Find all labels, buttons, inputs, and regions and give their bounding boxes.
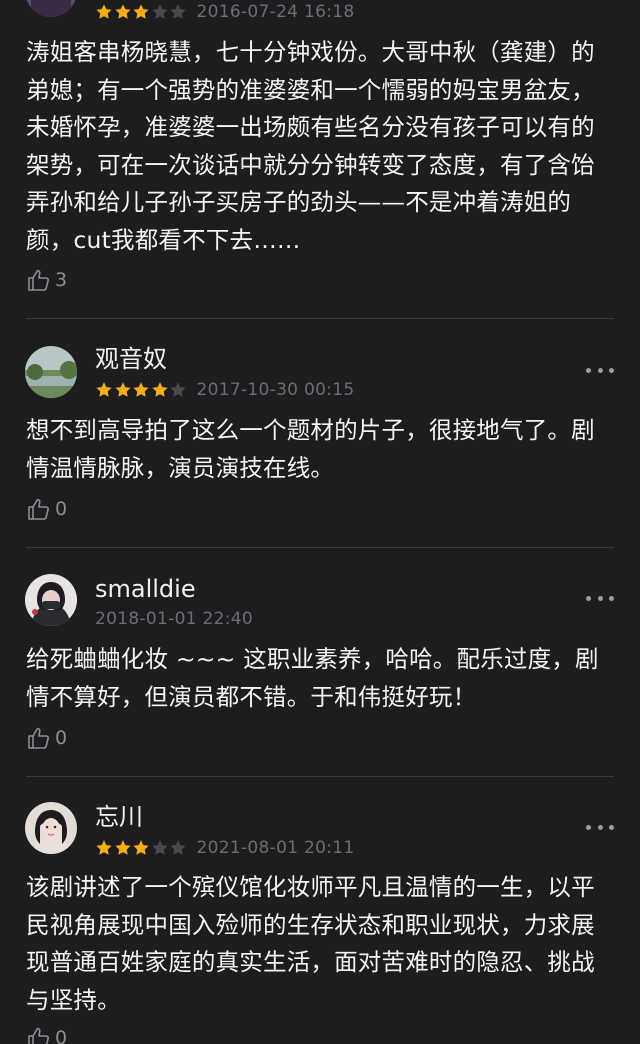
star-rating [95,839,188,857]
more-options-button[interactable] [586,821,614,833]
like-count: 0 [55,1027,68,1044]
review-meta: 2021-08-01 20:11 [95,837,355,859]
more-dots-icon [586,824,591,830]
review-text: 该剧讲述了一个殡仪馆化妆师平凡且温情的一生，以平民视角展现中国入殓师的生存状态和… [26,873,595,1014]
thumbs-up-icon [27,1026,51,1044]
star-filled-icon [114,839,132,857]
star-empty-icon [151,839,169,857]
like-button[interactable]: 0 [27,1025,67,1044]
review-card: 忘川 2021-08-01 20:11 该剧讲述了一个殡仪馆化妆师平凡且温情的一… [0,0,640,1044]
review-list: 2016-07-24 16:18 涛姐客串杨晓慧，七十分钟戏份。大哥中秋（龚建）… [0,0,640,1044]
avatar[interactable] [25,802,77,854]
star-empty-icon [169,839,187,857]
review-date: 2021-08-01 20:11 [196,838,355,858]
username[interactable]: 忘川 [95,802,143,832]
star-filled-icon [132,839,150,857]
star-filled-icon [95,839,113,857]
